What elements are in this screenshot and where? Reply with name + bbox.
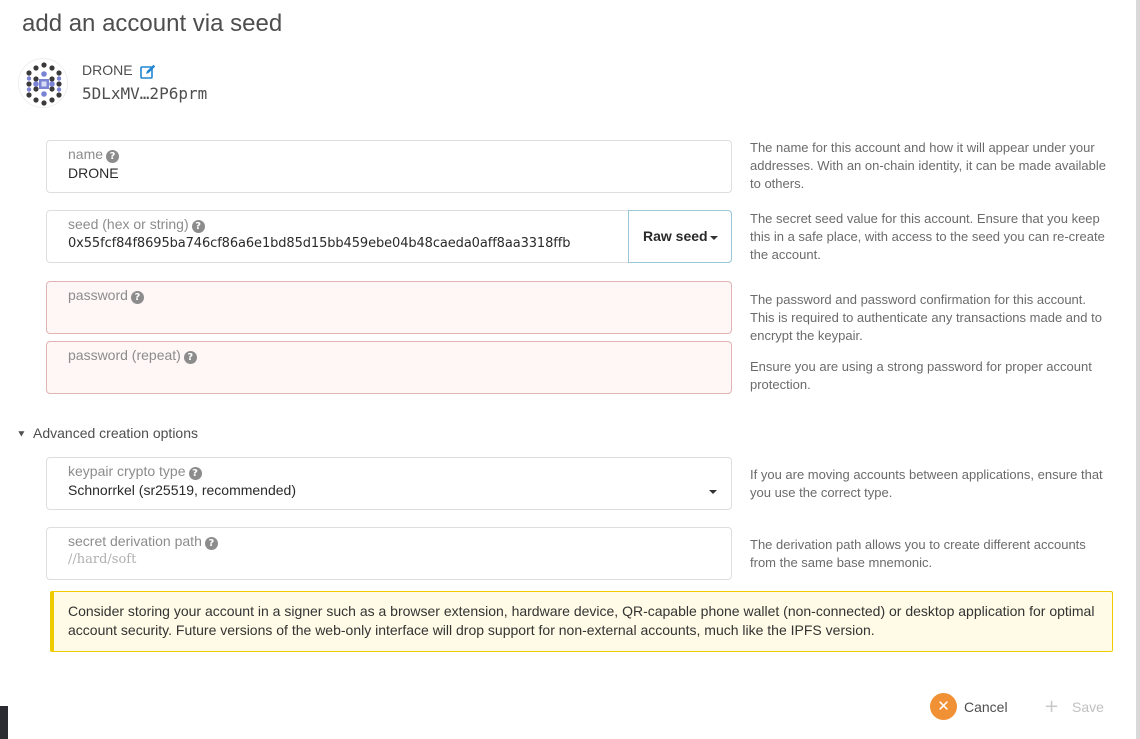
identicon[interactable] (18, 58, 68, 108)
derivation-path-help-text: The derivation path allows you to create… (750, 537, 1086, 570)
name-help-text: The name for this account and how it wil… (750, 140, 1107, 191)
plus-icon: + (1044, 696, 1060, 717)
cancel-label: Cancel (964, 699, 1008, 715)
name-input[interactable]: DRONE (68, 165, 119, 181)
advanced-options-label: Advanced creation options (33, 425, 198, 441)
name-field[interactable]: name? DRONE (46, 140, 732, 193)
account-name: DRONE (82, 62, 133, 78)
scrollbar[interactable] (1136, 0, 1140, 739)
help-icon[interactable]: ? (130, 291, 144, 304)
derivation-path-label: secret derivation path (68, 533, 202, 549)
help-icon[interactable]: ? (106, 150, 120, 163)
account-address[interactable]: 5DLxMV…2P6prm (82, 84, 207, 103)
double-chevron-down-icon: ⯆ (17, 428, 26, 441)
crypto-type-help-text: If you are moving accounts between appli… (750, 467, 1103, 500)
help-icon[interactable]: ? (188, 467, 202, 480)
seed-help-text: The secret seed value for this account. … (750, 211, 1105, 262)
save-label: Save (1072, 699, 1104, 715)
advanced-options-toggle[interactable]: ⯆ Advanced creation options (17, 425, 198, 442)
seed-type-dropdown[interactable]: Raw seed (628, 210, 732, 263)
password-field[interactable]: password? (46, 281, 732, 334)
help-icon[interactable]: ? (183, 351, 197, 364)
password-repeat-help-text: Ensure you are using a strong password f… (750, 359, 1092, 392)
close-icon: ✕ (930, 693, 957, 720)
seed-label: seed (hex or string) (68, 216, 189, 232)
seed-type-label: Raw seed (643, 228, 708, 244)
edit-icon[interactable] (140, 64, 156, 80)
caret-down-icon (710, 236, 718, 240)
caret-down-icon (709, 490, 717, 494)
seed-input[interactable]: 0x55fcf84f8695ba746cf86a6e1bd85d15bb459e… (68, 236, 570, 251)
password-help-text: The password and password confirmation f… (750, 292, 1102, 343)
background-edge (0, 706, 8, 739)
password-repeat-field[interactable]: password (repeat)? (46, 341, 732, 394)
seed-field[interactable]: seed (hex or string)? 0x55fcf84f8695ba74… (46, 210, 732, 263)
password-repeat-label: password (repeat) (68, 347, 181, 363)
derivation-path-input[interactable]: //hard/soft (68, 552, 136, 567)
derivation-path-field[interactable]: secret derivation path? //hard/soft (46, 527, 732, 580)
modal-title: add an account via seed (22, 10, 283, 37)
password-label: password (68, 287, 128, 303)
create-account-modal: add an account via seed DRONE 5DLxMV…2P6… (0, 0, 1136, 739)
crypto-type-label: keypair crypto type (68, 463, 186, 479)
help-icon[interactable]: ? (204, 537, 218, 550)
crypto-type-dropdown[interactable]: keypair crypto type? Schnorrkel (sr25519… (46, 457, 732, 510)
name-label: name (68, 146, 104, 162)
external-signer-warning: Consider storing your account in a signe… (50, 591, 1113, 652)
help-icon[interactable]: ? (191, 220, 205, 233)
crypto-type-value: Schnorrkel (sr25519, recommended) (68, 482, 296, 498)
identicon-icon (26, 62, 62, 106)
